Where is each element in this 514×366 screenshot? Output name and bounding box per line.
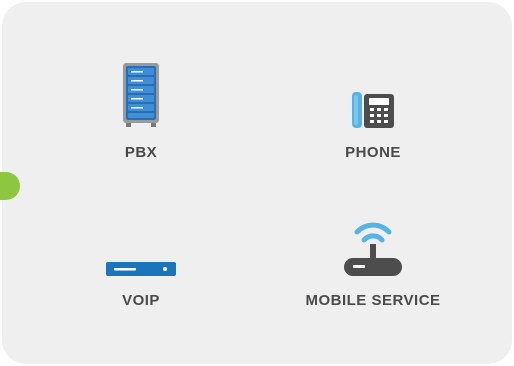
- services-panel: [2, 2, 512, 364]
- service-item-voip[interactable]: VOIP: [31, 206, 251, 309]
- service-label: PBX: [124, 144, 158, 161]
- desk-phone-icon: [349, 58, 397, 128]
- service-item-pbx[interactable]: PBX: [31, 58, 251, 161]
- wifi-router-icon: [343, 206, 403, 276]
- service-label: PHONE: [345, 144, 401, 161]
- service-label: MOBILE SERVICE: [305, 292, 441, 309]
- service-item-phone[interactable]: PHONE: [263, 58, 483, 161]
- page: PBX PHONE VOIP MOBILE SERVICE: [0, 0, 514, 366]
- voip-device-icon: [106, 206, 176, 276]
- service-label: VOIP: [122, 292, 160, 309]
- server-rack-icon: [121, 58, 161, 128]
- service-item-mobile-service[interactable]: MOBILE SERVICE: [263, 206, 483, 309]
